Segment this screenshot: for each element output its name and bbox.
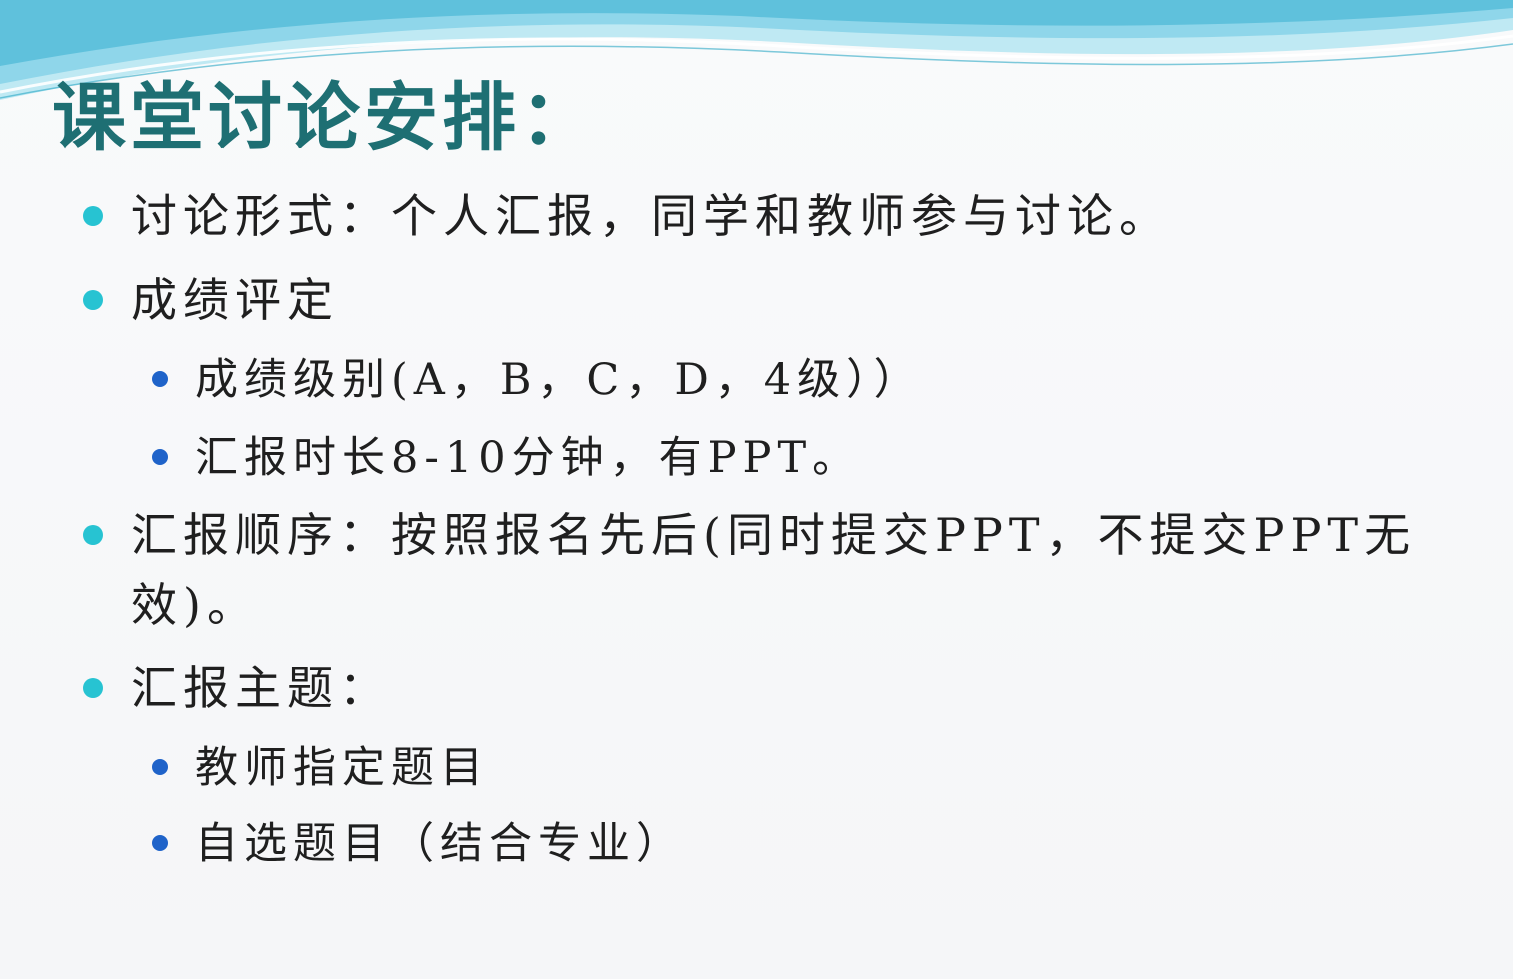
- bullet-text: 汇报时长8-10分钟，有PPT。: [195, 433, 862, 483]
- slide: 课堂讨论安排： 讨论形式：个人汇报，同学和教师参与讨论。 成绩评定 成绩级别(A…: [0, 0, 1513, 979]
- sub-bullet-dot-icon: [152, 371, 168, 387]
- sub-bullet-item-grade-levels: 成绩级别(A，B，C，D，4级））: [152, 352, 923, 408]
- slide-title: 课堂讨论安排：: [52, 75, 598, 161]
- bullet-item-report-order: 汇报顺序：按照报名先后(同时提交PPT，不提交PPT无效)。: [83, 500, 1501, 640]
- sub-bullet-dot-icon: [152, 835, 168, 851]
- bullet-text: 汇报顺序：按照报名先后(同时提交PPT，不提交PPT无效)。: [131, 508, 1417, 632]
- sub-bullet-item-self-selected-topic: 自选题目（结合专业）: [152, 816, 685, 872]
- sub-bullet-item-assigned-topic: 教师指定题目: [152, 740, 489, 796]
- bullet-dot-icon: [83, 678, 103, 698]
- bullet-item-grading: 成绩评定: [83, 272, 339, 328]
- bullet-dot-icon: [83, 290, 103, 310]
- bullet-text: 成绩评定: [131, 273, 339, 327]
- bullet-item-report-topic: 汇报主题：: [83, 660, 391, 716]
- bullet-text: 讨论形式：个人汇报，同学和教师参与讨论。: [131, 189, 1171, 243]
- bullet-text: 教师指定题目: [195, 743, 489, 793]
- bullet-text: 成绩级别(A，B，C，D，4级））: [195, 355, 923, 405]
- sub-bullet-dot-icon: [152, 449, 168, 465]
- sub-bullet-item-report-duration: 汇报时长8-10分钟，有PPT。: [152, 430, 862, 486]
- sub-bullet-dot-icon: [152, 759, 168, 775]
- bullet-item-discussion-format: 讨论形式：个人汇报，同学和教师参与讨论。: [83, 188, 1171, 244]
- bullet-text: 自选题目（结合专业）: [195, 819, 685, 869]
- bullet-text: 汇报主题：: [131, 661, 391, 715]
- bullet-dot-icon: [83, 206, 103, 226]
- bullet-dot-icon: [83, 525, 103, 545]
